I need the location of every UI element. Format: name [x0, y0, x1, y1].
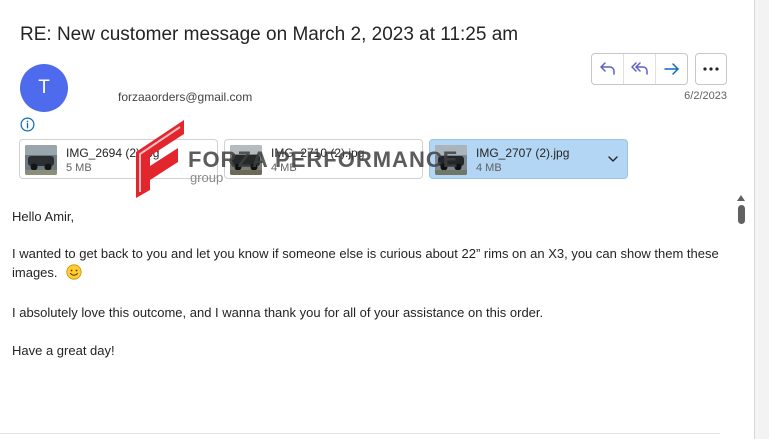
attachment-size: 5 MB [66, 162, 92, 174]
attachment-name: IMG_2707 (2).jpg [476, 146, 570, 160]
attachment-thumbnail [25, 145, 57, 175]
attachment-thumbnail [230, 145, 262, 175]
info-icon[interactable] [20, 117, 35, 132]
avatar-initial: T [38, 77, 50, 98]
forward-icon [663, 63, 679, 75]
scrollbar[interactable] [733, 190, 749, 439]
forward-button[interactable] [656, 54, 687, 84]
attachment-2[interactable]: IMG_2710 (2).jpg 4 MB [224, 139, 423, 179]
reply-all-icon [630, 62, 648, 75]
sender-email[interactable]: forzaaorders@gmail.com [118, 90, 252, 104]
body-paragraph: I wanted to get back to you and let you … [12, 244, 732, 282]
attachment-name: IMG_2710 (2).jpg [271, 146, 365, 160]
attachment-size: 4 MB [476, 162, 502, 174]
body-paragraph: I absolutely love this outcome, and I wa… [12, 305, 544, 320]
greeting: Hello Amir, [12, 209, 75, 224]
reply-actions-group [591, 53, 688, 85]
email-subject: RE: New customer message on March 2, 202… [20, 24, 519, 45]
attachment-name: IMG_2694 (2).jpg [66, 146, 160, 160]
smiley-emoji-icon [65, 264, 82, 280]
divider [0, 433, 720, 434]
attachment-thumbnail [435, 145, 467, 175]
scroll-up-icon[interactable] [737, 195, 745, 201]
reply-icon [599, 62, 615, 75]
attachment-3[interactable]: IMG_2707 (2).jpg 4 MB [429, 139, 628, 179]
reply-all-button[interactable] [624, 54, 656, 84]
closing: Have a great day! [12, 343, 115, 358]
chevron-down-icon[interactable] [607, 153, 619, 165]
more-actions-button[interactable] [695, 53, 727, 85]
body-paragraph-text: I wanted to get back to you and let you … [12, 246, 719, 280]
scrollbar-thumb[interactable] [738, 205, 745, 224]
email-date: 6/2/2023 [684, 90, 727, 102]
more-icon [703, 67, 719, 71]
attachment-size: 4 MB [271, 162, 297, 174]
reply-button[interactable] [592, 54, 624, 84]
attachment-1[interactable]: IMG_2694 (2).jpg 5 MB [19, 139, 218, 179]
window-edge [754, 0, 769, 439]
avatar[interactable]: T [20, 64, 68, 112]
